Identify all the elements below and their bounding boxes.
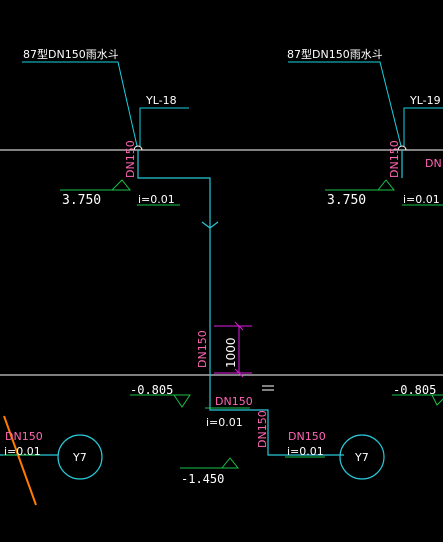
pipe-id-yl19: YL-19	[409, 94, 441, 107]
drain-label-right: 87型DN150雨水斗	[287, 47, 383, 61]
manhole-label-right: Y7	[354, 451, 369, 464]
slope-label-mid: i=0.01	[206, 416, 243, 429]
dn-label-bottom-left: DN150	[5, 430, 43, 443]
elevation-left-top: 3.750	[62, 193, 101, 208]
elevation-right-ground: -0.805	[393, 383, 436, 397]
dn-label-mid-horizontal: DN150	[215, 395, 253, 408]
dn-label-riser-down: DN150	[256, 410, 269, 448]
leader-lines	[22, 61, 443, 147]
elevation-left-ground: -0.805	[130, 383, 173, 397]
dn-label-right-partial: DN	[425, 157, 442, 170]
slope-label-bottom-mid: i=0.01	[287, 445, 324, 458]
manhole-label-left: Y7	[72, 451, 87, 464]
cad-drawing-canvas: 87型DN150雨水斗 87型DN150雨水斗 YL-18 YL-19 DN15…	[0, 0, 443, 542]
slope-label-top-left: i=0.01	[138, 193, 175, 206]
elevation-bottom: -1.450	[181, 472, 224, 486]
pipe-id-yl18: YL-18	[145, 94, 177, 107]
dn-label-riser-right: DN150	[388, 140, 401, 178]
elevation-right-top: 3.750	[327, 193, 366, 208]
drainage-diagram: 87型DN150雨水斗 87型DN150雨水斗 YL-18 YL-19 DN15…	[0, 47, 443, 506]
dn-label-vertical-mid: DN150	[196, 330, 209, 368]
drain-label-left: 87型DN150雨水斗	[23, 47, 119, 61]
dimension-text: 1000	[224, 337, 238, 368]
dn-label-bottom-mid: DN150	[288, 430, 326, 443]
slope-label-bottom-left: i=0.01	[4, 445, 41, 458]
cleanout-marker	[262, 385, 274, 391]
dn-label-riser-left: DN150	[124, 140, 137, 178]
slope-label-top-right: i=0.01	[403, 193, 440, 206]
